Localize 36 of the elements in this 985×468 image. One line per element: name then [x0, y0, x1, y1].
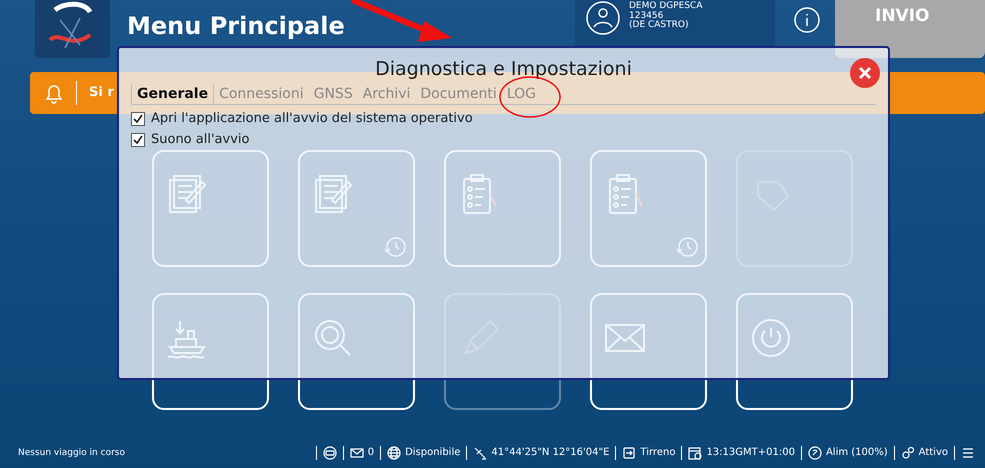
- user-icon: [585, 0, 621, 36]
- status-text: 13:13GMT+01:00: [706, 447, 795, 459]
- alert-text: Si r: [76, 81, 114, 105]
- globe-icon: [387, 446, 402, 460]
- calendar-icon: [688, 446, 702, 460]
- gears-icon: [900, 446, 915, 460]
- settings-tab[interactable]: Documenti: [415, 84, 502, 104]
- status-text: 41°44'25"N 12°16'04"E: [491, 447, 610, 459]
- checkbox[interactable]: [131, 112, 145, 126]
- menu-icon: [961, 446, 975, 460]
- login-icon: [622, 446, 636, 460]
- settings-tab[interactable]: Connessioni: [214, 84, 309, 104]
- status-text: Alim (100%): [826, 447, 888, 459]
- trip-status: Nessun viaggio in corso: [18, 448, 126, 458]
- send-button[interactable]: INVIO: [835, 0, 985, 58]
- settings-tab[interactable]: GNSS: [308, 84, 358, 104]
- option-label: Suono all'avvio: [151, 132, 250, 147]
- mail-icon: [350, 446, 364, 460]
- user-info: DEMO DGPESCA: [629, 2, 702, 11]
- settings-tab[interactable]: Archivi: [358, 84, 416, 104]
- status-text: Disponibile: [405, 447, 460, 459]
- dialog-title: Diagnostica e Impostazioni: [374, 57, 633, 82]
- status-text: Attivo: [918, 447, 948, 459]
- status-text: 0: [368, 447, 374, 459]
- close-icon: [858, 66, 872, 80]
- close-button[interactable]: [850, 58, 880, 88]
- option-label: Apri l'applicazione all'avvio del sistema operativo: [151, 111, 473, 126]
- checkbox[interactable]: [131, 132, 145, 146]
- status-text: Tirreno: [640, 447, 676, 459]
- stop-icon: [322, 446, 337, 460]
- user-info: (DE CASTRO): [629, 21, 690, 30]
- settings-tab[interactable]: Generale: [131, 84, 214, 104]
- settings-tab[interactable]: LOG: [502, 84, 541, 104]
- page-title: Menu Principale: [127, 12, 345, 40]
- user-info: 123456: [629, 12, 664, 20]
- info-icon[interactable]: [793, 6, 821, 34]
